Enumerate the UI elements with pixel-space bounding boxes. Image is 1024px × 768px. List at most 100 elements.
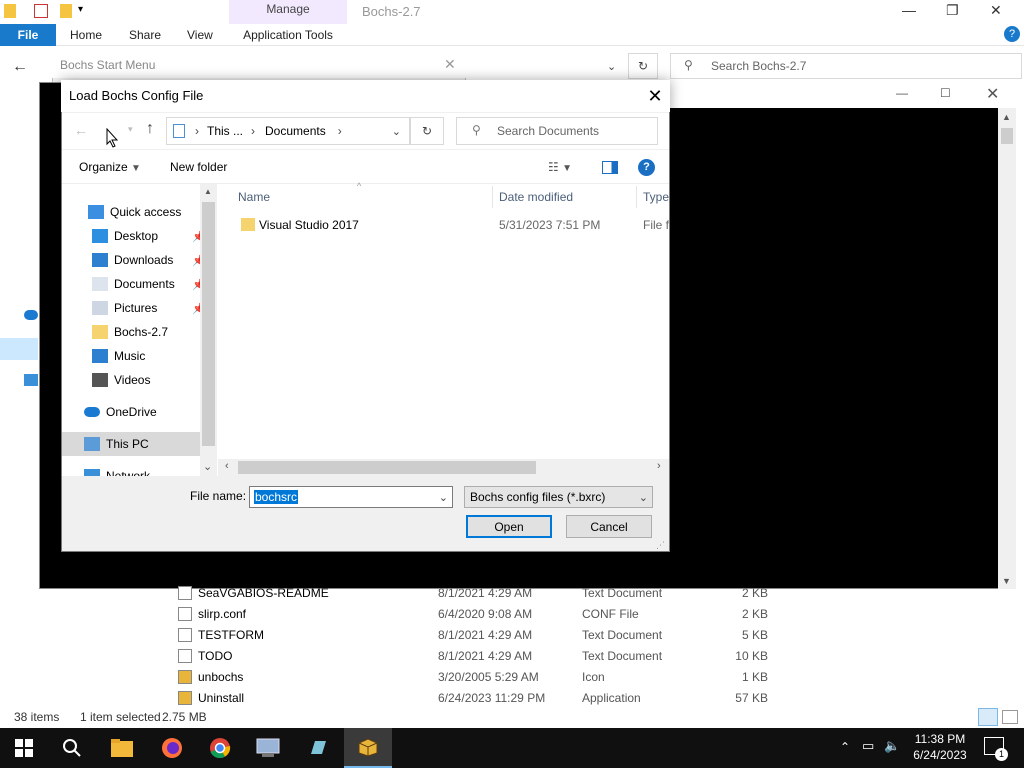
file-name: slirp.conf [198, 606, 247, 621]
volume-muted-icon[interactable]: 🔈 [884, 738, 900, 754]
file-name-dropdown-icon[interactable]: ⌄ [439, 491, 448, 504]
column-separator[interactable] [492, 186, 493, 208]
explorer-file-row[interactable]: TESTFORM 8/1/2021 4:29 AM Text Document 5 K… [178, 624, 778, 645]
manage-label[interactable]: Manage [229, 2, 347, 16]
bochs-taskbar-icon[interactable] [344, 728, 392, 768]
explorer-search-input[interactable]: Search Bochs-2.7 [670, 53, 1022, 79]
minimize-icon[interactable]: — [902, 2, 916, 18]
column-date-modified[interactable]: Date modified [499, 184, 573, 210]
large-icons-view-icon[interactable] [1002, 710, 1018, 724]
refresh-icon[interactable]: ↻ [410, 117, 444, 145]
file-name-value[interactable]: bochsrc [254, 490, 299, 504]
breadcrumb-this-pc[interactable]: This ... [207, 124, 243, 138]
explorer-file-row[interactable]: TODO 8/1/2021 4:29 AM Text Document 10 KB [178, 645, 778, 666]
new-folder-icon[interactable] [60, 4, 72, 18]
maximize-icon[interactable]: ❐ [946, 2, 959, 19]
file-explorer-taskbar-icon[interactable] [98, 728, 146, 768]
nav-item-onedrive[interactable]: OneDrive [84, 400, 218, 424]
folder-icon[interactable] [4, 4, 16, 18]
nav-scroll-down-icon[interactable]: ⌄ [203, 460, 212, 473]
explorer-refresh-icon[interactable]: ↻ [628, 53, 658, 79]
back-arrow-icon[interactable]: ← [12, 58, 28, 76]
nav-item-quick-access[interactable]: Quick access [88, 200, 218, 224]
recent-dropdown-icon[interactable]: ▾ [128, 124, 133, 135]
scroll-up-icon[interactable]: ▲ [1002, 112, 1011, 122]
explorer-file-row[interactable]: slirp.conf 6/4/2020 9:08 AM CONF File 2 KB [178, 603, 778, 624]
nav-scroll-up-icon[interactable]: ▲ [204, 187, 212, 196]
scroll-left-icon[interactable]: ‹ [225, 460, 229, 472]
dialog-file-row[interactable]: Visual Studio 2017 5/31/2023 7:51 PM File … [219, 214, 669, 236]
tab-application-tools[interactable]: Application Tools [229, 24, 347, 46]
bochs-icon [178, 690, 192, 705]
network-status-icon[interactable]: ▭ [862, 738, 874, 754]
explorer-file-row[interactable]: SeaVGABIOS-README 8/1/2021 4:29 AM Text Do… [178, 582, 778, 603]
tab-home[interactable]: Home [70, 24, 102, 46]
file-name-input[interactable]: bochsrc ⌄ [249, 486, 453, 508]
breadcrumb[interactable]: › This ... › Documents › ⌄ [166, 117, 410, 145]
start-button[interactable] [0, 728, 48, 768]
organize-button[interactable]: Organize ▼ [79, 160, 141, 174]
console-minimize-icon[interactable]: — [896, 86, 908, 100]
address-dropdown-icon[interactable]: ⌄ [607, 60, 616, 73]
new-folder-button[interactable]: New folder [170, 160, 227, 174]
search-taskbar-icon[interactable] [48, 728, 96, 768]
cancel-button[interactable]: Cancel [566, 515, 652, 538]
folder-icon [92, 325, 108, 339]
file-type: Text Document [582, 627, 663, 642]
file-date: 8/1/2021 4:29 AM [438, 627, 533, 642]
chrome-taskbar-icon[interactable] [196, 728, 244, 768]
tab-share[interactable]: Share [129, 24, 161, 46]
explorer-file-row[interactable]: Uninstall 6/24/2023 11:29 PM Application 57… [178, 687, 778, 708]
dialog-close-icon[interactable]: ✕ [640, 82, 670, 110]
bochs-config-taskbar-icon[interactable] [244, 728, 292, 768]
firefox-taskbar-icon[interactable] [148, 728, 196, 768]
nav-item-label: Downloads [114, 253, 174, 267]
help-icon[interactable]: ? [1004, 26, 1020, 42]
breadcrumb-dropdown-icon[interactable]: ⌄ [392, 125, 401, 138]
bochs-icon [178, 669, 192, 684]
console-scroll-thumb[interactable] [1001, 128, 1013, 144]
nav-item-network[interactable]: Network [84, 464, 218, 476]
tab-view[interactable]: View [187, 24, 213, 46]
start-menu-close-icon[interactable]: ✕ [444, 56, 456, 73]
close-icon[interactable]: ✕ [990, 2, 1002, 19]
explorer-titlebar [0, 0, 1024, 24]
console-close-icon[interactable]: ✕ [986, 84, 999, 104]
column-name[interactable]: Name [238, 184, 270, 210]
network-icon [24, 374, 38, 386]
text-file-icon [178, 606, 192, 621]
nav-item-this-pc[interactable]: This PC [62, 432, 200, 456]
scroll-down-icon[interactable]: ▼ [1002, 576, 1011, 586]
view-options-icon[interactable]: ☷ ▼ [548, 160, 572, 174]
breadcrumb-documents[interactable]: Documents [265, 124, 326, 138]
show-hidden-icons-icon[interactable]: ⌃ [840, 740, 850, 754]
console-maximize-icon[interactable]: ☐ [940, 86, 951, 100]
tab-file[interactable]: File [0, 24, 56, 46]
notepad-taskbar-icon[interactable] [294, 728, 342, 768]
resize-grip-icon[interactable]: ⋰ [656, 540, 665, 551]
dialog-help-icon[interactable]: ? [638, 159, 655, 176]
column-type[interactable]: Type [643, 184, 669, 210]
properties-icon[interactable] [34, 4, 48, 18]
nav-scroll-thumb[interactable] [202, 202, 215, 446]
up-icon[interactable]: ↑ [146, 120, 154, 138]
details-view-icon[interactable] [978, 708, 998, 726]
start-menu-title: Bochs Start Menu [52, 52, 466, 78]
text-file-icon [178, 585, 192, 600]
this-pc-icon [173, 124, 185, 138]
file-type-select[interactable]: Bochs config files (*.bxrc) ⌄ [464, 486, 653, 508]
customize-chevron-icon[interactable]: ▾ [78, 4, 83, 18]
preview-pane-icon[interactable] [602, 161, 618, 174]
open-button[interactable]: Open [466, 515, 552, 538]
horizontal-scroll-thumb[interactable] [238, 461, 536, 474]
cloud-icon [84, 407, 100, 417]
clock[interactable]: 11:38 PM 6/24/2023 [904, 731, 976, 763]
dialog-search-input[interactable]: Search Documents [456, 117, 658, 145]
explorer-file-row[interactable]: unbochs 3/20/2005 5:29 AM Icon 1 KB [178, 666, 778, 687]
scroll-right-icon[interactable]: › [657, 460, 661, 472]
console-scrollbar[interactable] [998, 108, 1016, 589]
back-icon[interactable]: ← [74, 122, 88, 138]
navigation-pane[interactable]: Quick access Desktop 📌 Downloads 📌 Documents 📌… [62, 184, 218, 476]
nav-item-label: Documents [114, 277, 175, 291]
column-separator[interactable] [636, 186, 637, 208]
